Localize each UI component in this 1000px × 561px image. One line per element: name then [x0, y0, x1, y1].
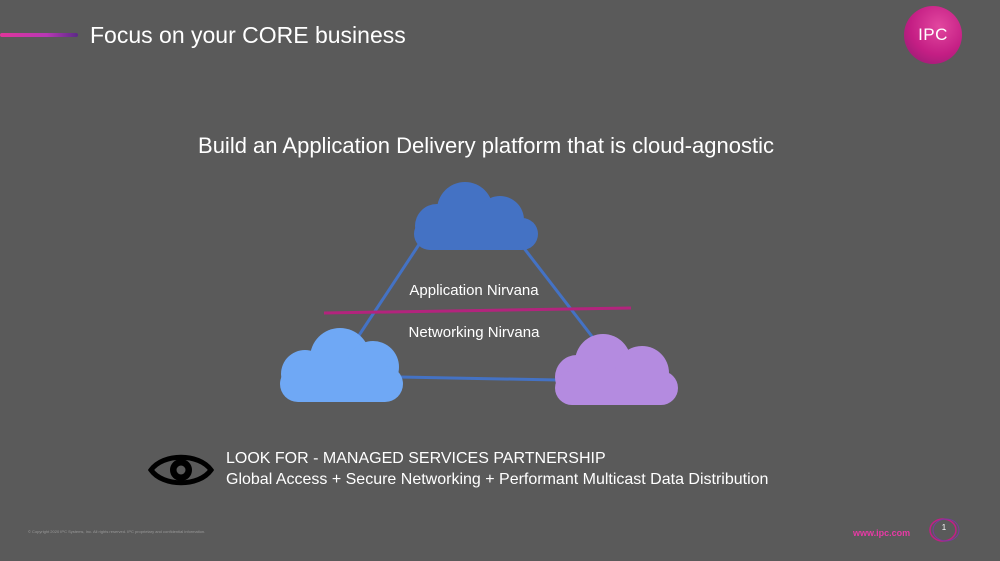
- bottom-right-cloud-icon: [555, 334, 678, 405]
- nirvana-divider: [323, 306, 632, 315]
- look-for-heading: LOOK FOR - MANAGED SERVICES PARTNERSHIP: [226, 450, 606, 467]
- application-nirvana-label: Application Nirvana: [409, 282, 539, 299]
- partnership-text: LOOK FOR - MANAGED SERVICES PARTNERSHIP …: [226, 448, 768, 491]
- bottom-left-cloud-icon: [280, 328, 403, 402]
- capabilities-line: Global Access + Secure Networking + Perf…: [226, 471, 769, 488]
- partnership-block: LOOK FOR - MANAGED SERVICES PARTNERSHIP …: [148, 448, 768, 491]
- connector-bottom: [399, 375, 559, 382]
- top-cloud-icon: [414, 182, 538, 250]
- eye-icon: [148, 454, 214, 485]
- website-link[interactable]: www.ipc.com: [853, 528, 910, 538]
- networking-nirvana-label: Networking Nirvana: [409, 324, 541, 341]
- copyright-notice: © Copyright 2020 IPC Systems, Inc. All r…: [28, 529, 206, 534]
- page-number: 1: [941, 523, 947, 532]
- slide: Focus on your CORE business IPC Build an…: [0, 0, 1000, 561]
